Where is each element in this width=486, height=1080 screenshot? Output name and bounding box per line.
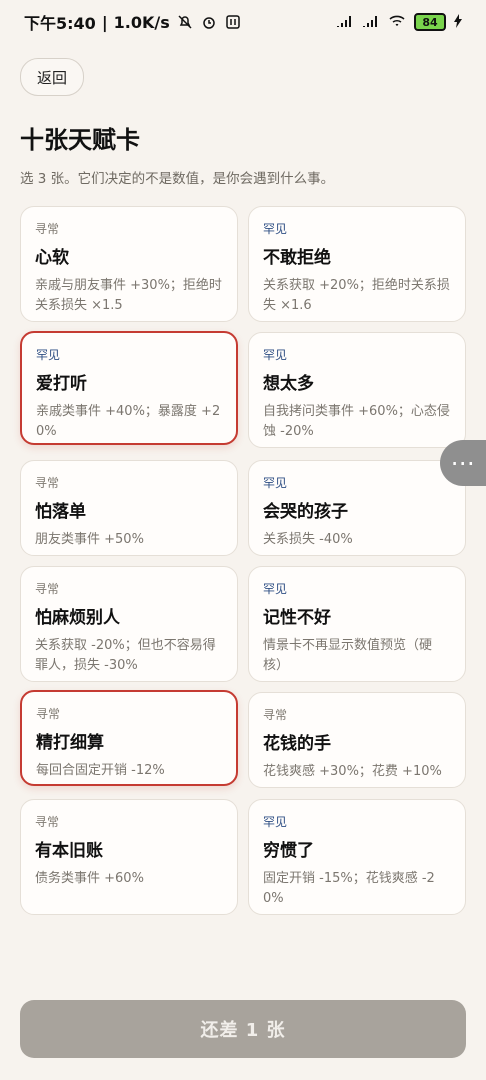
card-title: 想太多 — [263, 374, 314, 394]
talent-card[interactable]: 寻常 心软 亲戚与朋友事件 +30%；拒绝时关系损失 ×1.5 — [20, 206, 238, 322]
talent-card[interactable]: 罕见 不敢拒绝 关系获取 +20%；拒绝时关系损失 ×1.6 — [248, 206, 466, 322]
status-left: 下午5:40 | 1.0K/s — [24, 10, 242, 34]
card-effect: 关系获取 +20%；拒绝时关系损失 ×1.6 — [263, 278, 450, 313]
card-rarity: 寻常 — [36, 707, 61, 721]
nfc-icon — [224, 13, 242, 31]
card-title: 花钱的手 — [263, 734, 331, 754]
talent-card[interactable]: 罕见 想太多 自我拷问类事件 +60%；心态侵蚀 -20% — [248, 332, 466, 448]
wifi-icon — [388, 14, 406, 31]
card-rarity: 寻常 — [35, 222, 60, 236]
status-right: 84 — [336, 13, 462, 31]
confirm-button[interactable]: 还差 1 张 — [20, 1000, 466, 1058]
card-effect: 债务类事件 +60% — [35, 871, 144, 886]
card-effect: 自我拷问类事件 +60%；心态侵蚀 -20% — [263, 404, 450, 439]
status-divider: | — [101, 12, 108, 32]
signal-icon — [336, 14, 354, 31]
more-icon: ⋯ — [450, 449, 476, 477]
talent-card[interactable]: 罕见 穷惯了 固定开销 -15%；花钱爽感 -20% — [248, 799, 466, 915]
card-title: 穷惯了 — [263, 841, 314, 861]
card-rarity: 罕见 — [263, 222, 288, 236]
card-rarity: 罕见 — [263, 582, 288, 596]
page-subtitle: 选 3 张。它们决定的不是数值，是你会遇到什么事。 — [20, 171, 335, 187]
battery-indicator: 84 — [414, 13, 446, 31]
talent-card[interactable]: 罕见 记性不好 情景卡不再显示数值预览（硬核） — [248, 566, 466, 682]
card-rarity: 罕见 — [36, 348, 61, 362]
talent-card[interactable]: 寻常 怕落单 朋友类事件 +50% — [20, 460, 238, 556]
status-time: 下午5:40 — [24, 14, 96, 33]
card-title: 爱打听 — [36, 374, 87, 394]
card-effect: 情景卡不再显示数值预览（硬核） — [263, 638, 433, 673]
card-title: 有本旧账 — [35, 841, 103, 861]
more-button[interactable]: ⋯ — [440, 440, 486, 486]
talent-card[interactable]: 寻常 花钱的手 花钱爽感 +30%；花费 +10% — [248, 692, 466, 788]
talent-card[interactable]: 罕见 会哭的孩子 关系损失 -40% — [248, 460, 466, 556]
bell-off-icon — [176, 13, 194, 31]
card-effect: 亲戚与朋友事件 +30%；拒绝时关系损失 ×1.5 — [35, 278, 222, 313]
card-title: 怕麻烦别人 — [35, 608, 120, 628]
card-rarity: 寻常 — [35, 582, 60, 596]
card-rarity: 寻常 — [35, 815, 60, 829]
card-effect: 每回合固定开销 -12% — [36, 763, 165, 778]
talent-card[interactable]: 寻常 精打细算 每回合固定开销 -12% — [20, 690, 238, 786]
card-rarity: 寻常 — [263, 708, 288, 722]
card-effect: 固定开销 -15%；花钱爽感 -20% — [263, 871, 435, 906]
card-title: 会哭的孩子 — [263, 502, 348, 522]
card-effect: 朋友类事件 +50% — [35, 532, 144, 547]
talent-card[interactable]: 罕见 爱打听 亲戚类事件 +40%；暴露度 +20% — [20, 331, 238, 445]
card-effect: 亲戚类事件 +40%；暴露度 +20% — [36, 404, 221, 439]
card-rarity: 罕见 — [263, 815, 288, 829]
talent-card[interactable]: 寻常 怕麻烦别人 关系获取 -20%；但也不容易得罪人，损失 -30% — [20, 566, 238, 682]
page-title: 十张天赋卡 — [20, 126, 140, 154]
alarm-icon — [200, 13, 218, 31]
card-title: 精打细算 — [36, 733, 104, 753]
card-rarity: 寻常 — [35, 476, 60, 490]
card-title: 心软 — [35, 248, 69, 268]
signal-icon — [362, 14, 380, 31]
talent-card[interactable]: 寻常 有本旧账 债务类事件 +60% — [20, 799, 238, 915]
card-effect: 关系损失 -40% — [263, 532, 353, 547]
card-rarity: 罕见 — [263, 476, 288, 490]
card-effect: 关系获取 -20%；但也不容易得罪人，损失 -30% — [35, 638, 216, 673]
charging-icon — [454, 13, 462, 31]
status-bar: 下午5:40 | 1.0K/s 84 — [0, 0, 486, 44]
card-rarity: 罕见 — [263, 348, 288, 362]
card-title: 怕落单 — [35, 502, 86, 522]
card-effect: 花钱爽感 +30%；花费 +10% — [263, 764, 442, 779]
card-title: 不敢拒绝 — [263, 248, 331, 268]
card-title: 记性不好 — [263, 608, 331, 628]
back-button[interactable]: 返回 — [20, 58, 85, 96]
status-speed: 1.0K/s — [113, 12, 170, 32]
